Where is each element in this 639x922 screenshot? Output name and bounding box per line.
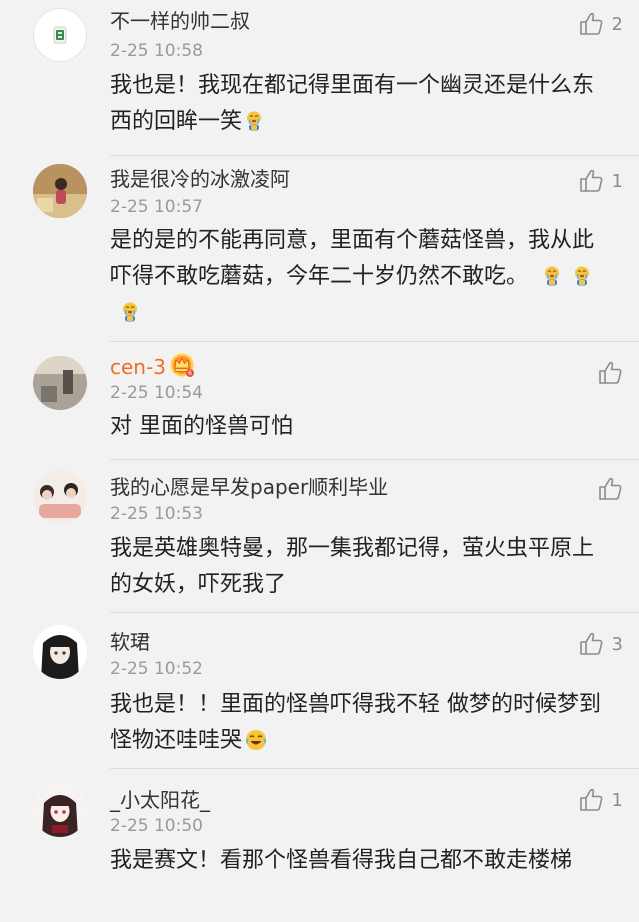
comment-item: cen-3 2-25 10:54 对 里面的怪兽可怕 — [0, 342, 639, 460]
comment-time: 2-25 10:53 — [110, 504, 203, 524]
comment-text: 我也是！！里面的怪兽吓得我不轻 做梦的时候梦到怪物还哇哇哭 — [110, 687, 610, 759]
commenter-name[interactable]: 我是很冷的冰激凌阿 — [110, 166, 290, 192]
avatar[interactable] — [33, 625, 87, 679]
comment-item: 不一样的帅二叔 2-25 10:58 2 我也是！我现在都记得里面有一个幽灵还是… — [0, 0, 639, 155]
commenter-name[interactable]: 软珺 — [110, 629, 150, 655]
like-thumb-icon — [578, 168, 604, 194]
commenter-name[interactable]: _小太阳花_ — [110, 787, 210, 813]
like-count: 2 — [611, 13, 623, 35]
comment-item: _小太阳花_ 2-25 10:50 1 我是赛文！看那个怪兽看得我自己都不敢走楼… — [0, 769, 639, 922]
comment-body: 是的是的不能再同意，里面有个蘑菇怪兽，我从此吓得不敢吃蘑菇，今年二十岁仍然不敢吃… — [110, 228, 595, 289]
like-count: 1 — [611, 170, 623, 192]
comment-text: 我也是！我现在都记得里面有一个幽灵还是什么东西的回眸一笑 — [110, 68, 610, 140]
like-thumb-icon — [578, 11, 604, 37]
comment-text: 我是赛文！看那个怪兽看得我自己都不敢走楼梯 — [110, 848, 573, 873]
crying-face-emoji — [244, 110, 264, 132]
laughing-tears-emoji — [244, 728, 268, 752]
crying-face-emoji — [120, 301, 140, 323]
comment-body: 我也是！！里面的怪兽吓得我不轻 做梦的时候梦到怪物还哇哇哭 — [110, 692, 601, 753]
like-thumb-icon — [597, 360, 623, 386]
avatar[interactable] — [33, 470, 87, 524]
like-thumb-icon — [578, 631, 604, 657]
comment-text: 我是英雄奥特曼，那一集我都记得，萤火虫平原上的女妖，吓死我了 — [110, 536, 595, 597]
avatar[interactable] — [33, 356, 87, 410]
like-button[interactable]: 3 — [578, 630, 623, 658]
like-count: 3 — [611, 633, 623, 655]
comment-time: 2-25 10:54 — [110, 383, 203, 403]
comment-text: 是的是的不能再同意，里面有个蘑菇怪兽，我从此吓得不敢吃蘑菇，今年二十岁仍然不敢吃… — [110, 223, 610, 331]
comment-body: 我也是！我现在都记得里面有一个幽灵还是什么东西的回眸一笑 — [110, 73, 595, 134]
like-button[interactable] — [597, 359, 623, 387]
comment-item: 我的心愿是早发paper顺利毕业 2-25 10:53 我是英雄奥特曼，那一集我… — [0, 460, 639, 612]
avatar[interactable] — [33, 783, 87, 837]
crying-face-emoji — [572, 265, 592, 287]
comment-time: 2-25 10:52 — [110, 659, 203, 679]
comment-text: 对 里面的怪兽可怕 — [110, 414, 293, 439]
avatar[interactable] — [33, 8, 87, 62]
like-button[interactable]: 1 — [578, 167, 623, 195]
comment-time: 2-25 10:50 — [110, 816, 203, 836]
vip-crown-badge-icon — [169, 352, 195, 378]
like-thumb-icon — [597, 476, 623, 502]
like-thumb-icon — [578, 787, 604, 813]
comment-item: 我是很冷的冰激凌阿 2-25 10:57 1 是的是的不能再同意，里面有个蘑菇怪… — [0, 156, 639, 342]
like-count: 1 — [611, 789, 623, 811]
commenter-name[interactable]: cen-3 — [110, 352, 195, 380]
like-button[interactable] — [597, 475, 623, 503]
comment-time: 2-25 10:58 — [110, 41, 203, 61]
like-button[interactable]: 2 — [578, 10, 623, 38]
commenter-name-text: cen-3 — [110, 355, 166, 379]
crying-face-emoji — [542, 265, 562, 287]
like-button[interactable]: 1 — [578, 786, 623, 814]
commenter-name[interactable]: 我的心愿是早发paper顺利毕业 — [110, 474, 388, 500]
comment-time: 2-25 10:57 — [110, 197, 203, 217]
commenter-name[interactable]: 不一样的帅二叔 — [110, 8, 250, 34]
avatar[interactable] — [33, 164, 87, 218]
comment-list: 不一样的帅二叔 2-25 10:58 2 我也是！我现在都记得里面有一个幽灵还是… — [0, 0, 639, 922]
comment-item: 软珺 2-25 10:52 3 我也是！！里面的怪兽吓得我不轻 做梦的时候梦到怪… — [0, 613, 639, 769]
